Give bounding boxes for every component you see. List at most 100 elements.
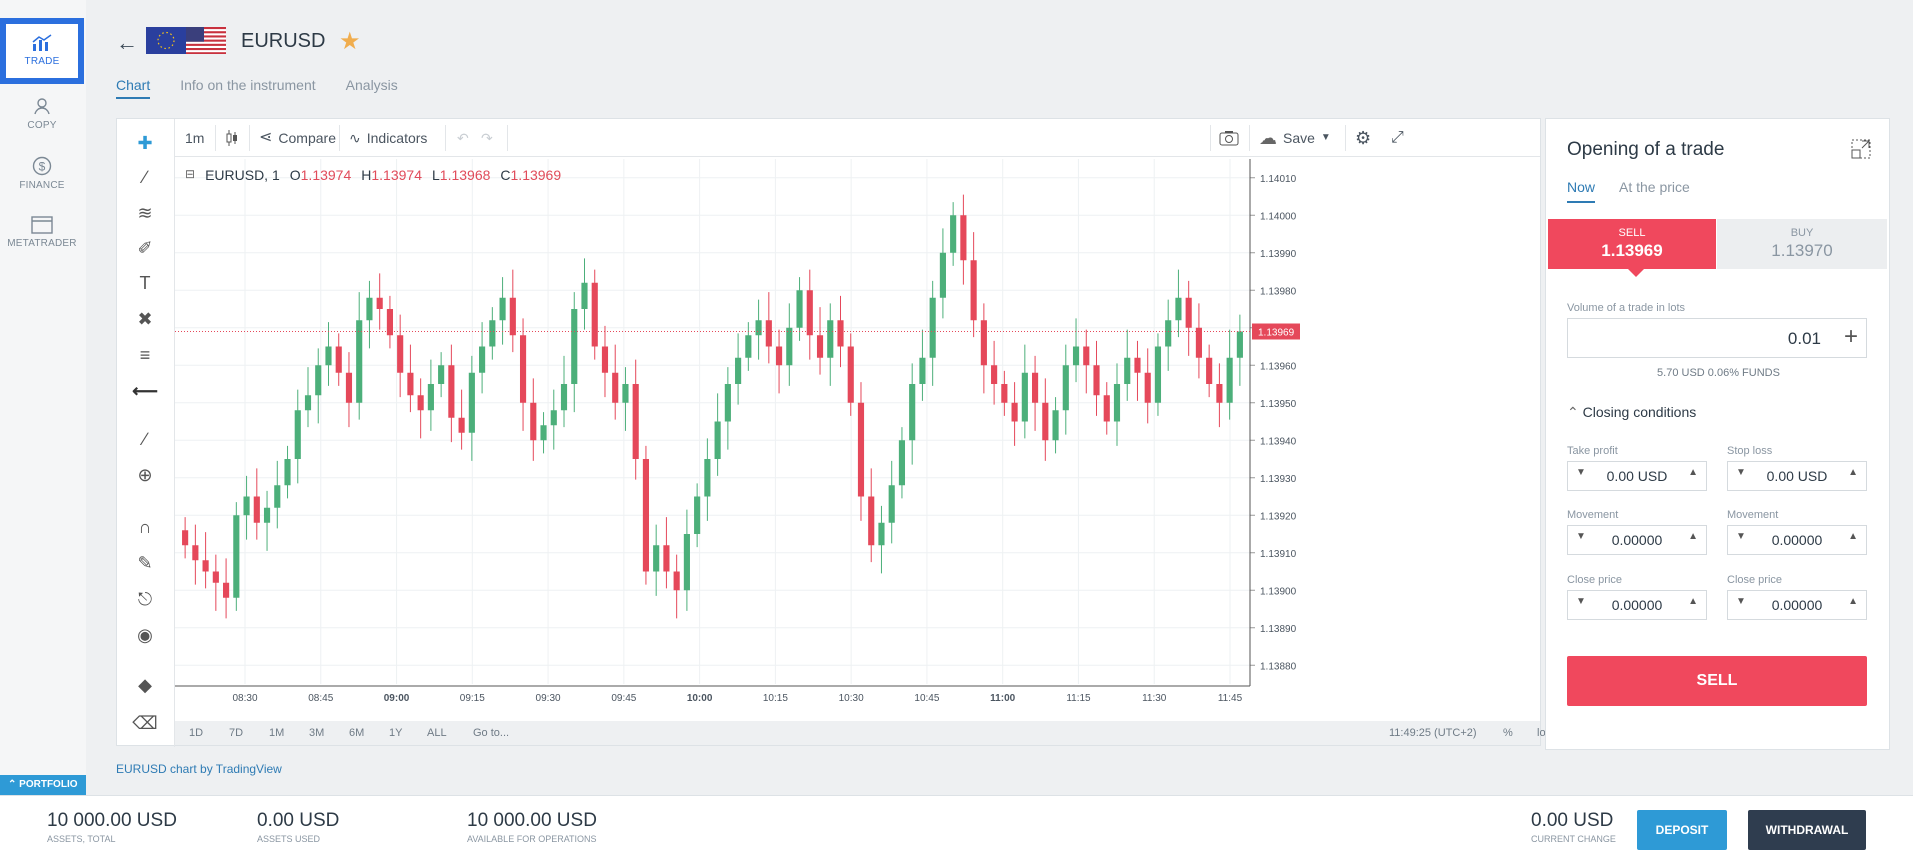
close-price-stepper-tp[interactable]: ▼ 0.00000 ▲ — [1567, 590, 1707, 620]
back-arrow-icon[interactable]: ← — [116, 30, 138, 56]
candle-body — [202, 560, 209, 572]
trend-line-icon[interactable]: ∕ — [131, 163, 159, 191]
settings-gear-icon[interactable]: ⚙ — [1355, 119, 1371, 157]
withdrawal-button[interactable]: WITHDRAWAL — [1748, 810, 1866, 850]
unlock-icon[interactable]: ⎋ — [131, 585, 159, 613]
candle-body — [479, 346, 486, 373]
forecast-icon[interactable]: ≡ — [131, 341, 159, 369]
candle-body — [816, 335, 824, 358]
tradingview-credit-link[interactable]: EURUSD chart by TradingView — [116, 762, 282, 776]
save-button[interactable]: ☁ Save ▼ — [1259, 119, 1331, 157]
candle-body — [427, 384, 434, 411]
nav-metatrader[interactable]: METATRADER — [0, 204, 84, 270]
stepper-up-icon[interactable]: ▲ — [1848, 596, 1858, 607]
stop-loss-stepper[interactable]: ▼ 0.00 USD ▲ — [1727, 461, 1867, 491]
stepper-up-icon[interactable]: ▲ — [1848, 531, 1858, 542]
buy-price-box[interactable]: BUY 1.13970 — [1717, 219, 1887, 269]
sell-button[interactable]: SELL — [1567, 656, 1867, 706]
chart-panel: ✚ ∕ ≋ ✐ T ✖ ≡ ⟵ ∕ ⊕ ∩ ✎ ⎋ ◉ ◆ ⌫ 1m ⋖ Com… — [116, 118, 1640, 747]
candle-body — [939, 252, 946, 298]
movement-stepper-sl[interactable]: ▼ 0.00000 ▲ — [1727, 525, 1867, 555]
layers-icon[interactable]: ◆ — [131, 671, 159, 699]
camera-icon[interactable] — [1219, 119, 1239, 157]
y-tick-label: 1.13960 — [1260, 361, 1297, 372]
nav-finance[interactable]: $ FINANCE — [0, 144, 84, 210]
movement-value-sl: 0.00000 — [1771, 532, 1823, 548]
sell-price-box[interactable]: SELL 1.13969 — [1548, 219, 1716, 277]
brush-icon[interactable]: ✐ — [131, 234, 159, 262]
stepper-up-icon[interactable]: ▲ — [1688, 467, 1698, 478]
tab-analysis[interactable]: Analysis — [346, 77, 398, 99]
deposit-button[interactable]: DEPOSIT — [1637, 810, 1727, 850]
pattern-icon[interactable]: ✖ — [131, 305, 159, 333]
candle-body — [724, 384, 731, 422]
stepper-up-icon[interactable]: ▲ — [1688, 531, 1698, 542]
lock-drawing-icon[interactable]: ✎ — [131, 549, 159, 577]
movement-stepper-tp[interactable]: ▼ 0.00000 ▲ — [1567, 525, 1707, 555]
trash-icon[interactable]: ⌫ — [131, 709, 159, 737]
compare-icon: ⋖ — [259, 129, 273, 146]
assets-used-label: ASSETS USED — [257, 834, 321, 844]
tab-now[interactable]: Now — [1567, 179, 1596, 203]
candle-body — [1001, 384, 1008, 403]
percent-toggle[interactable]: % — [1503, 727, 1513, 739]
goto-button[interactable]: Go to... — [473, 727, 509, 739]
closing-conditions-toggle[interactable]: ⌃ Closing conditions — [1567, 404, 1696, 421]
stepper-up-icon[interactable]: ▲ — [1848, 467, 1858, 478]
magnet-icon[interactable]: ∩ — [131, 513, 159, 541]
nav-trade[interactable]: TRADE — [0, 18, 84, 84]
portfolio-tab[interactable]: ⌃ PORTFOLIO — [0, 775, 86, 795]
candlestick-chart[interactable]: 1.140101.140001.139901.139801.139701.139… — [175, 159, 1542, 707]
take-profit-stepper[interactable]: ▼ 0.00 USD ▲ — [1567, 461, 1707, 491]
chart-legend: ⊟ EURUSD, 1 O1.13974 H1.13974 L1.13968 C… — [185, 167, 561, 183]
range-3m[interactable]: 3M — [309, 727, 324, 739]
tab-at-price[interactable]: At the price — [1619, 179, 1690, 203]
ruler-icon[interactable]: ∕ — [131, 425, 159, 453]
range-1y[interactable]: 1Y — [389, 727, 402, 739]
compare-button[interactable]: ⋖ Compare — [259, 119, 336, 157]
fib-icon[interactable]: ≋ — [131, 199, 159, 227]
current-change: 0.00 USD CURRENT CHANGE — [1531, 810, 1616, 844]
tab-info[interactable]: Info on the instrument — [180, 77, 315, 99]
candles-icon[interactable] — [225, 119, 239, 157]
assets-total: 10 000.00 USD ASSETS, TOTAL — [47, 810, 177, 844]
zoom-in-icon[interactable]: ⊕ — [131, 461, 159, 489]
x-tick-label: 11:30 — [1142, 693, 1167, 704]
sell-price: 1.13969 — [1601, 241, 1663, 260]
candle-body — [212, 571, 219, 583]
dollar-icon: $ — [32, 156, 52, 176]
range-1m[interactable]: 1M — [269, 727, 284, 739]
candle-body — [960, 215, 967, 261]
candle-body — [673, 571, 680, 591]
nav-copy[interactable]: COPY — [0, 84, 84, 150]
close-price-value-tp: 0.00000 — [1611, 597, 1663, 613]
candle-body — [581, 282, 588, 309]
range-7d[interactable]: 7D — [229, 727, 243, 739]
crosshair-icon[interactable]: ✚ — [131, 129, 159, 157]
star-icon[interactable]: ★ — [339, 27, 361, 56]
tab-chart[interactable]: Chart — [116, 77, 151, 99]
fullscreen-icon[interactable]: ⤢ — [1391, 119, 1404, 157]
stepper-up-icon[interactable]: ▲ — [1688, 596, 1698, 607]
range-1d[interactable]: 1D — [189, 727, 203, 739]
expand-icon[interactable] — [1851, 139, 1871, 164]
range-all[interactable]: ALL — [427, 727, 447, 739]
chart-plot-area[interactable]: 1.140101.140001.139901.139801.139701.139… — [175, 159, 1542, 707]
plus-icon[interactable]: + — [1844, 323, 1858, 351]
candle-body — [991, 365, 998, 384]
interval-button[interactable]: 1m — [185, 119, 204, 157]
arrow-left-icon[interactable]: ⟵ — [131, 377, 159, 405]
candle-body — [929, 297, 936, 358]
x-tick-label: 11:00 — [990, 693, 1015, 704]
redo-icon[interactable]: ↷ — [481, 119, 493, 157]
close-price-stepper-sl[interactable]: ▼ 0.00000 ▲ — [1727, 590, 1867, 620]
collapse-legend-icon[interactable]: ⊟ — [185, 167, 195, 183]
text-icon[interactable]: T — [131, 269, 159, 297]
eye-icon[interactable]: ◉ — [131, 621, 159, 649]
volume-input[interactable]: 0.01 + — [1567, 318, 1867, 358]
candle-body — [622, 384, 629, 403]
range-6m[interactable]: 6M — [349, 727, 364, 739]
candle-body — [1226, 357, 1233, 403]
indicators-button[interactable]: ∿ Indicators — [349, 119, 427, 157]
undo-icon[interactable]: ↶ — [457, 119, 469, 157]
